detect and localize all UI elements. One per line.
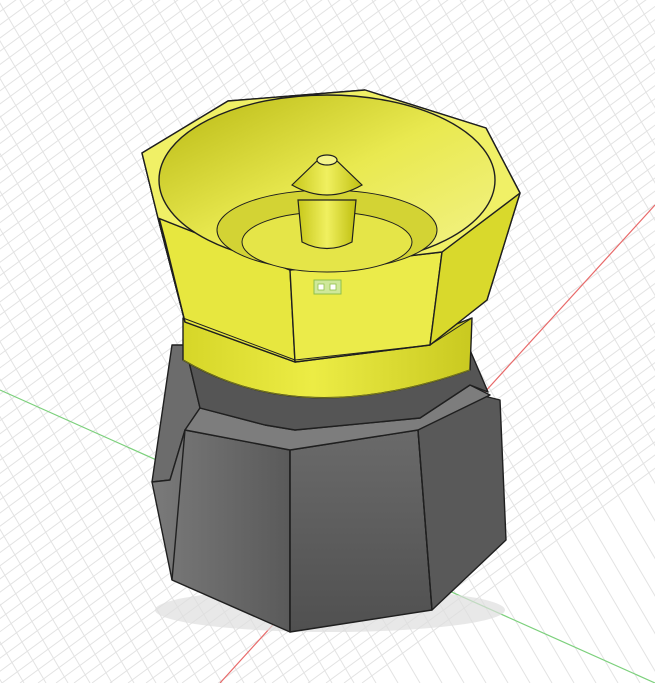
3d-viewport[interactable] bbox=[0, 0, 655, 683]
viewport-canvas[interactable] bbox=[0, 0, 655, 683]
component-marker-icon[interactable] bbox=[313, 279, 342, 295]
grid-line bbox=[525, 0, 655, 222]
grid-line bbox=[0, 378, 179, 683]
grid-line bbox=[0, 0, 48, 683]
grid-line bbox=[0, 0, 89, 65]
grid-line bbox=[613, 0, 655, 71]
grid-line bbox=[0, 603, 47, 683]
grid-line bbox=[0, 415, 157, 683]
